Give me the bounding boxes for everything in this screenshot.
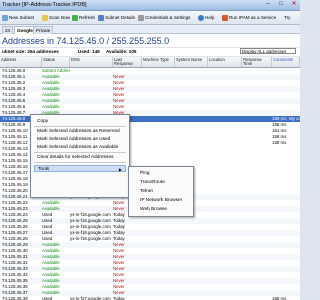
cell-status: Used xyxy=(42,296,53,300)
col-dns[interactable]: DNS xyxy=(70,57,113,67)
submenu-item-ping[interactable]: Ping xyxy=(132,170,190,177)
col-address[interactable]: Address xyxy=(0,57,42,67)
available-count: Available: 105 xyxy=(106,49,137,54)
page-title: Addresses in 74.125.45.0 / 255.255.255.0 xyxy=(2,36,170,46)
menu-item-tools[interactable]: Tools ▶ xyxy=(34,165,126,172)
cell-address: 74.125.45.38 xyxy=(2,296,28,300)
tools-submenu: Ping TraceRoute Telnet IP Network Browse… xyxy=(128,166,194,217)
credentials-settings-button[interactable]: Credentials & Settings xyxy=(138,13,190,22)
col-last-response[interactable]: Last Response xyxy=(113,57,142,67)
minimize-icon[interactable]: – xyxy=(262,1,274,8)
col-response-time[interactable]: Response Time xyxy=(242,57,272,67)
subnet-size: ubnet size: 254 addresses xyxy=(2,49,59,54)
menu-separator xyxy=(34,162,126,163)
toolbar: New Subnet Scan Now Refresh Subnet Detai… xyxy=(0,11,300,25)
submenu-item-ip-network-browser[interactable]: IP Network Browser xyxy=(132,197,190,204)
display-filter-select[interactable]: Display ALL addresses xyxy=(240,48,296,54)
cloud-icon xyxy=(222,14,228,21)
cell-last-response: Today xyxy=(113,296,125,300)
submenu-item-web-browse[interactable]: Web Browse xyxy=(132,206,190,213)
col-system-name[interactable]: System Name xyxy=(175,57,208,67)
subnet-tabs: 24 Google Private xyxy=(0,25,300,34)
scan-now-button[interactable]: Scan Now xyxy=(42,13,70,22)
grid-header: Address Status DNS Last Response Machine… xyxy=(0,57,300,68)
new-subnet-button[interactable]: New Subnet xyxy=(2,13,34,22)
close-icon[interactable]: ✕ xyxy=(288,1,300,8)
window-titlebar: Tracker [IP-Address-Tracker.IPDB] – □ ✕ xyxy=(0,0,300,11)
new-subnet-icon xyxy=(2,14,8,21)
col-location[interactable]: Location xyxy=(208,57,242,67)
menu-separator xyxy=(34,152,126,153)
maximize-icon[interactable]: □ xyxy=(275,1,287,8)
context-menu: Copy Mark Selected Addresses as Reserved… xyxy=(30,114,130,198)
menu-item-mark-reserved[interactable]: Mark Selected Addresses as Reserved xyxy=(34,128,126,135)
help-button[interactable]: Help xyxy=(198,13,214,22)
tab-24[interactable]: 24 xyxy=(2,26,14,34)
used-count: Used: 149 xyxy=(78,49,100,54)
menu-separator xyxy=(34,126,126,127)
menu-item-copy[interactable]: Copy xyxy=(34,118,126,125)
run-ipam-button[interactable]: Run IPAM as a Service xyxy=(222,13,276,22)
cell-response-time: 158 ms xyxy=(272,296,287,300)
menu-item-mark-used[interactable]: Mark Selected Addresses as Used xyxy=(34,136,126,143)
menu-item-clear-details[interactable]: Clear details for selected Addresses xyxy=(34,154,126,161)
gear-icon xyxy=(138,14,144,21)
col-machine-type[interactable]: Machine Type xyxy=(142,57,175,67)
chevron-right-icon: ▶ xyxy=(118,167,122,172)
submenu-item-traceroute[interactable]: TraceRoute xyxy=(132,179,190,186)
menu-item-mark-available[interactable]: Mark Selected Addresses as Available xyxy=(34,144,126,151)
menu-item-tools-label: Tools xyxy=(38,167,50,172)
table-row[interactable]: 74.125.45.38 Used yx-in-f27.google.com Toda… xyxy=(0,296,300,300)
col-status[interactable]: Status xyxy=(42,57,70,67)
refresh-button[interactable]: Refresh xyxy=(72,13,95,22)
details-icon xyxy=(98,14,104,21)
window-title: Tracker [IP-Address-Tracker.IPDB] xyxy=(2,2,87,8)
subnet-details-button[interactable]: Subnet Details xyxy=(98,13,135,22)
cell-dns: yx-in-f27.google.com xyxy=(70,296,111,300)
col-comments[interactable]: Comments xyxy=(272,57,300,67)
submenu-item-telnet[interactable]: Telnet xyxy=(132,188,190,195)
page-heading-area: Addresses in 74.125.45.0 / 255.255.255.0 xyxy=(0,34,300,47)
scan-icon xyxy=(42,14,48,21)
tab-private[interactable]: Private xyxy=(33,26,54,34)
help-icon xyxy=(198,14,204,21)
try-button[interactable]: Try xyxy=(284,13,290,22)
refresh-icon xyxy=(72,14,78,21)
